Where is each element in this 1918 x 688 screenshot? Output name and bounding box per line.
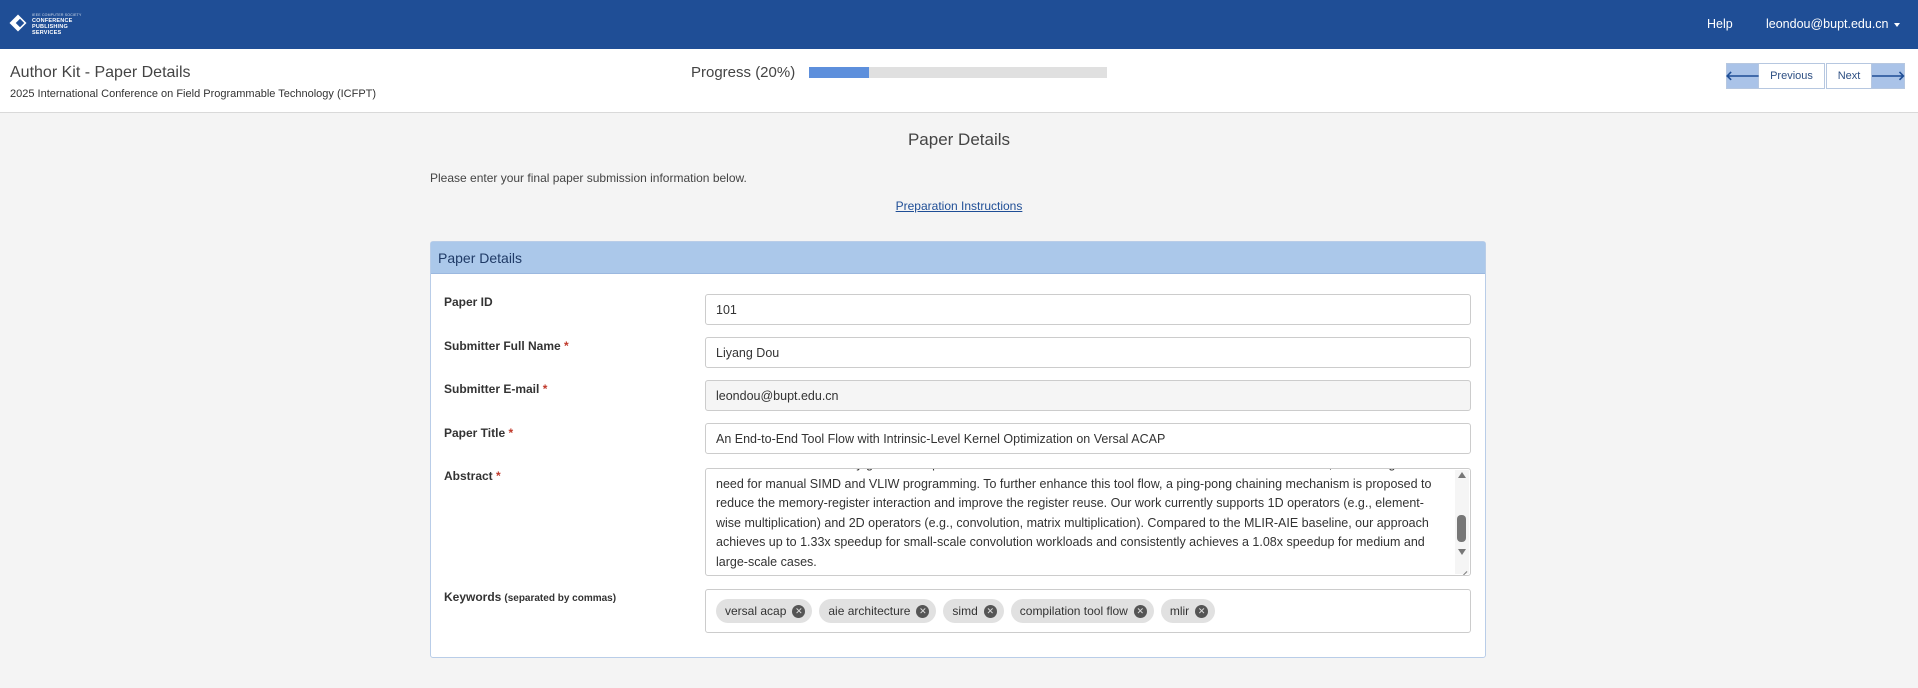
paper-title-field[interactable]: An End-to-End Tool Flow with Intrinsic-L… <box>705 423 1471 454</box>
paper-id-field[interactable]: 101 <box>705 294 1471 325</box>
paper-title-label: Paper Title * <box>444 426 513 440</box>
keyword-tag-label: compilation tool flow <box>1019 604 1128 618</box>
keyword-tag-label: aie architecture <box>828 604 911 618</box>
keyword-tag-label: versal acap <box>725 604 787 618</box>
keyword-tag: compilation tool flow ✕ <box>1010 599 1154 623</box>
progress-bar <box>809 67 1107 78</box>
arrow-right-icon[interactable]: 🡒 <box>1871 63 1905 89</box>
keywords-hint: (separated by commas) <box>504 593 617 604</box>
keyword-tag: mlir ✕ <box>1160 599 1216 623</box>
submitter-name-label: Submitter Full Name * <box>444 339 569 353</box>
top-navbar: IEEE COMPUTER SOCIETY CONFERENCE PUBLISH… <box>0 0 1918 49</box>
submitter-email-label-text: Submitter E-mail <box>444 382 540 396</box>
remove-circle-icon[interactable]: ✕ <box>983 604 997 618</box>
submitter-email-label: Submitter E-mail * <box>444 382 547 396</box>
keyword-tag: versal acap ✕ <box>716 599 813 623</box>
abstract-label: Abstract * <box>444 469 501 483</box>
remove-circle-icon[interactable]: ✕ <box>792 604 806 618</box>
section-title: Paper Details <box>907 130 1011 149</box>
progress-label: Progress (20%) <box>691 64 796 81</box>
remove-circle-icon[interactable]: ✕ <box>1133 604 1147 618</box>
card-header: Paper Details <box>431 242 1485 274</box>
next-button-group: Next 🡒 <box>1826 63 1905 89</box>
logo[interactable]: IEEE COMPUTER SOCIETY CONFERENCE PUBLISH… <box>10 12 82 36</box>
paper-details-card: Paper Details Paper ID 101 Submitter Ful… <box>430 241 1486 658</box>
keywords-label-text: Keywords <box>444 590 502 604</box>
keywords-input[interactable]: versal acap ✕ aie architecture ✕ simd ✕ compil… <box>705 589 1471 633</box>
submitter-email-field[interactable]: leondou@bupt.edu.cn <box>705 380 1471 411</box>
abstract-label-text: Abstract <box>444 469 493 483</box>
remove-circle-icon[interactable]: ✕ <box>1195 604 1209 618</box>
keywords-label: Keywords (separated by commas) <box>444 590 616 604</box>
user-email: leondou@bupt.edu.cn <box>1766 17 1889 31</box>
help-link[interactable]: Help <box>1707 17 1733 31</box>
keyword-tag-label: simd <box>952 604 978 618</box>
scroll-down-icon[interactable] <box>1458 549 1466 555</box>
previous-button[interactable]: Previous <box>1759 63 1825 89</box>
subheader: Author Kit - Paper Details 2025 Internat… <box>0 49 1918 113</box>
scrollbar-thumb[interactable] <box>1457 515 1466 542</box>
conference-name: 2025 International Conference on Field P… <box>10 88 377 100</box>
submitter-name-label-text: Submitter Full Name <box>444 339 561 353</box>
logo-text-top: IEEE COMPUTER SOCIETY <box>32 13 82 17</box>
arrow-left-icon[interactable]: 🡐 <box>1725 63 1760 89</box>
required-marker: * <box>564 339 569 353</box>
intro-text: Please enter your final paper submission… <box>430 171 747 185</box>
remove-circle-icon[interactable]: ✕ <box>916 604 930 618</box>
required-marker: * <box>542 382 548 396</box>
page-title: Author Kit - Paper Details <box>10 64 191 81</box>
paper-id-label: Paper ID <box>444 295 493 309</box>
abstract-text: tool flow that automatically generates o… <box>716 469 1432 569</box>
logo-text: IEEE COMPUTER SOCIETY CONFERENCE PUBLISH… <box>32 12 82 36</box>
prep-link-row: Preparation Instructions <box>0 199 1918 213</box>
paper-title-label-text: Paper Title <box>444 426 506 440</box>
keyword-tag: aie architecture ✕ <box>819 599 937 623</box>
logo-text-line-3: SERVICES <box>32 30 62 36</box>
prev-button-group: 🡐 Previous <box>1725 63 1825 89</box>
user-menu[interactable]: leondou@bupt.edu.cn <box>1766 17 1900 31</box>
progress-bar-fill <box>809 67 869 78</box>
required-marker: * <box>496 469 501 483</box>
scroll-up-icon[interactable] <box>1458 472 1466 478</box>
submitter-name-field[interactable]: Liyang Dou <box>705 337 1471 368</box>
next-button[interactable]: Next <box>1826 63 1872 89</box>
logo-mark-icon <box>10 15 28 33</box>
keyword-tag-label: mlir <box>1169 604 1190 618</box>
abstract-scrollbar[interactable] <box>1455 470 1469 574</box>
paper-id-label-text: Paper ID <box>444 295 493 309</box>
required-marker: * <box>508 426 514 440</box>
preparation-instructions-link[interactable]: Preparation Instructions <box>896 199 1023 213</box>
caret-down-icon <box>1894 22 1900 27</box>
keyword-tag: simd ✕ <box>943 599 1004 623</box>
abstract-textarea[interactable]: tool flow that automatically generates o… <box>705 468 1471 576</box>
resize-handle-icon[interactable] <box>1457 564 1469 574</box>
